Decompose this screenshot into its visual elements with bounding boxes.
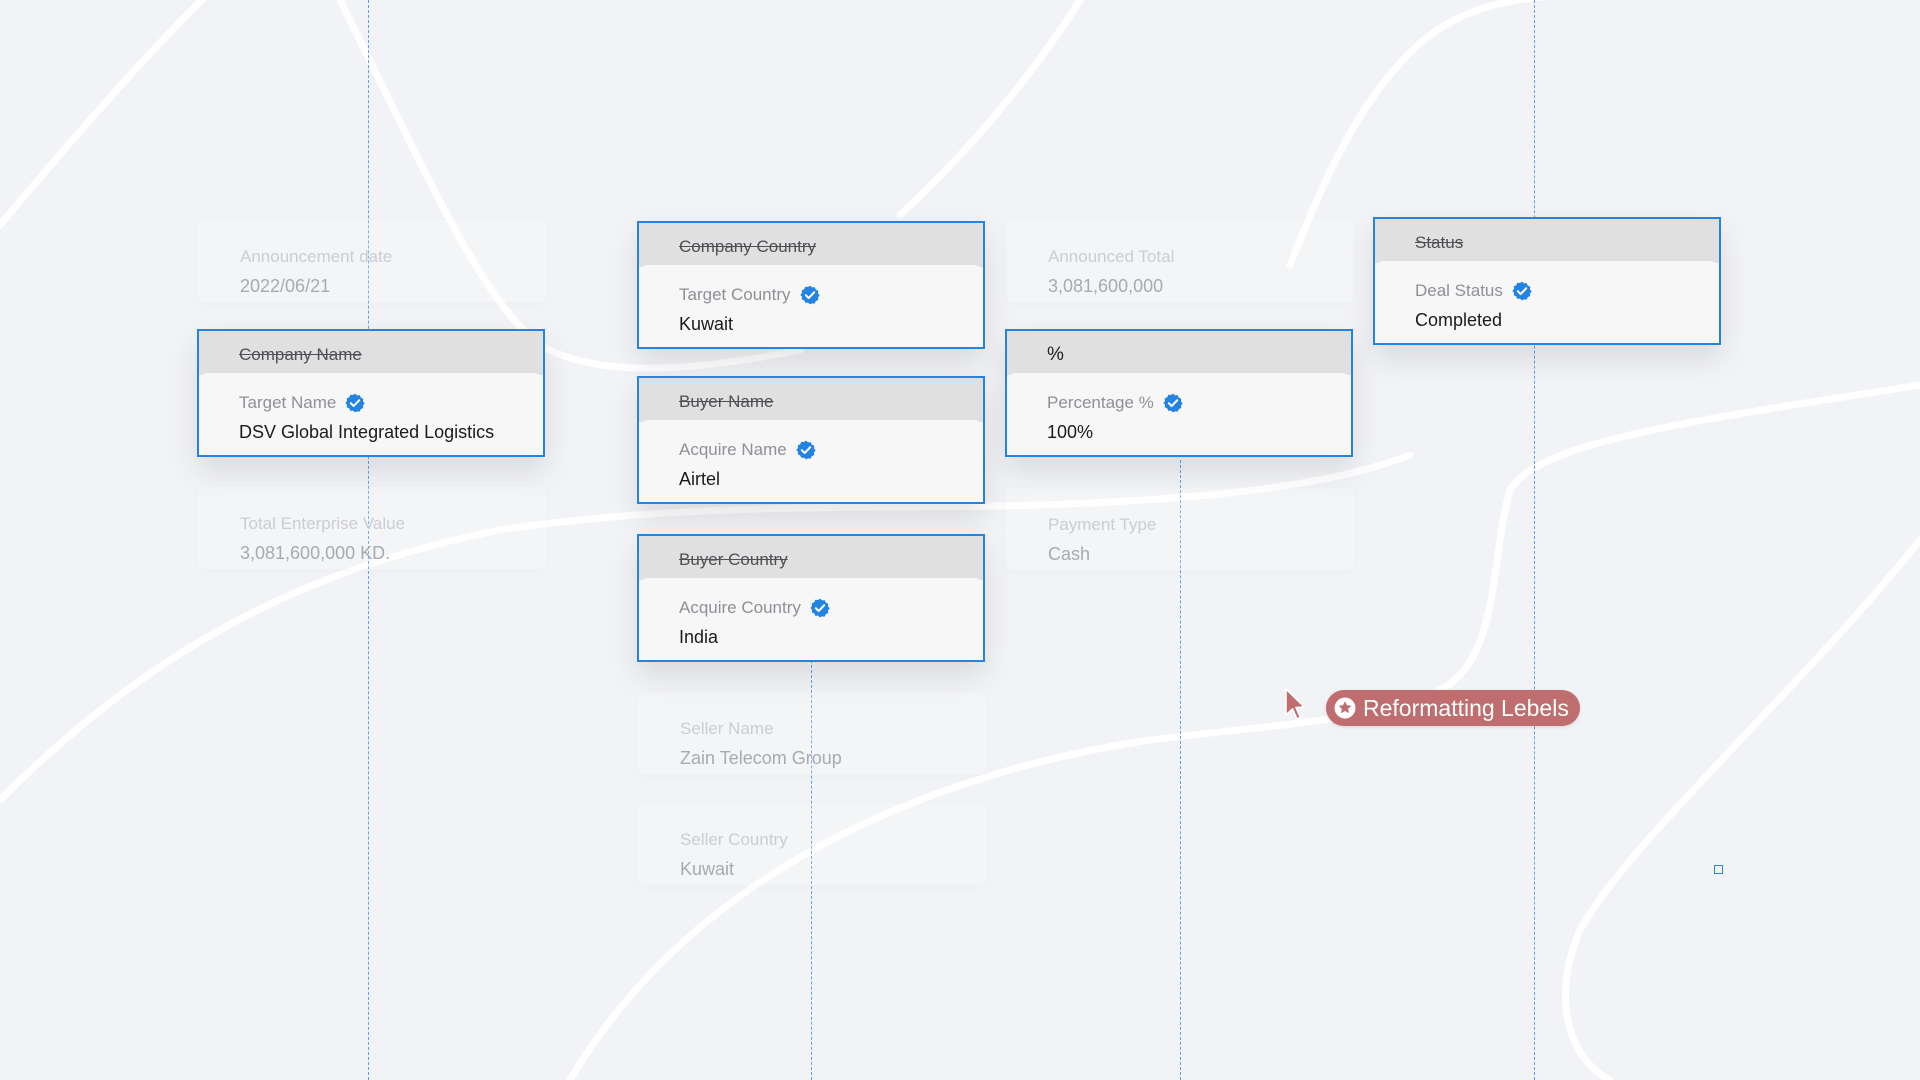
new-label: Target Name	[239, 393, 337, 412]
old-label: Company Country	[639, 223, 983, 267]
mapped-card-target-name[interactable]: Company Name Target Name DSV Global Inte…	[197, 329, 545, 457]
field-value: Airtel	[679, 469, 721, 489]
field-value: 3,081,600,000 KD.	[240, 543, 391, 563]
old-label: %	[1007, 331, 1351, 375]
field-total-enterprise-value[interactable]: Total Enterprise Value 3,081,600,000 KD.	[198, 487, 546, 569]
verified-check-icon	[799, 285, 820, 305]
tag-label: Reformatting Lebels	[1363, 695, 1569, 721]
mapped-card-target-country[interactable]: Company Country Target Country Kuwait	[637, 221, 985, 349]
field-label: Payment Type	[1048, 515, 1157, 534]
alignment-guide	[1534, 0, 1535, 1080]
field-label: Announced Total	[1048, 247, 1175, 266]
verified-check-icon	[796, 440, 816, 460]
field-value: India	[679, 627, 719, 647]
verified-check-icon	[1163, 393, 1183, 413]
field-announcement-date[interactable]: Announcement date 2022/06/21	[198, 220, 546, 302]
field-label: Seller Country	[680, 830, 788, 849]
new-label: Deal Status	[1415, 281, 1503, 300]
field-announced-total[interactable]: Announced Total 3,081,600,000	[1006, 220, 1354, 302]
star-badge-icon	[1334, 697, 1356, 719]
new-label: Acquire Country	[679, 598, 801, 617]
field-value: 100%	[1047, 422, 1094, 442]
old-label: Status	[1375, 219, 1719, 263]
field-label: Seller Name	[680, 719, 774, 738]
field-value: Cash	[1048, 544, 1091, 564]
mapped-card-percentage[interactable]: % Percentage % 100%	[1005, 329, 1353, 457]
field-seller-name[interactable]: Seller Name Zain Telecom Group	[638, 692, 986, 774]
verified-check-icon	[345, 393, 366, 413]
field-value: DSV Global Integrated Logistics	[239, 422, 495, 442]
old-label: Buyer Name	[639, 378, 983, 422]
field-label: Announcement date	[240, 247, 393, 266]
mapped-card-acquire-country[interactable]: Buyer Country Acquire Country India	[637, 534, 985, 662]
new-label: Target Country	[679, 285, 791, 304]
field-value: Kuwait	[679, 314, 734, 334]
field-value: 3,081,600,000	[1048, 276, 1164, 296]
field-value: 2022/06/21	[240, 276, 331, 296]
field-value: Zain Telecom Group	[680, 748, 842, 768]
verified-check-icon	[1512, 281, 1532, 301]
mapped-card-deal-status[interactable]: Status Deal Status Completed	[1373, 217, 1721, 345]
old-label: Company Name	[199, 331, 543, 375]
selection-handle[interactable]	[1714, 865, 1723, 874]
field-value: Kuwait	[680, 859, 735, 879]
pointer-cursor-icon	[1285, 688, 1306, 720]
field-payment-type[interactable]: Payment Type Cash	[1006, 488, 1354, 570]
field-value: Completed	[1415, 310, 1503, 330]
new-label: Percentage %	[1047, 393, 1154, 412]
field-label: Total Enterprise Value	[240, 514, 406, 533]
new-label: Acquire Name	[679, 440, 787, 459]
verified-check-icon	[810, 598, 830, 618]
mapped-card-acquire-name[interactable]: Buyer Name Acquire Name Airtel	[637, 376, 985, 504]
reformatting-labels-tag: Reformatting Lebels	[1326, 690, 1580, 726]
field-seller-country[interactable]: Seller Country Kuwait	[638, 803, 986, 885]
old-label: Buyer Country	[639, 536, 983, 580]
